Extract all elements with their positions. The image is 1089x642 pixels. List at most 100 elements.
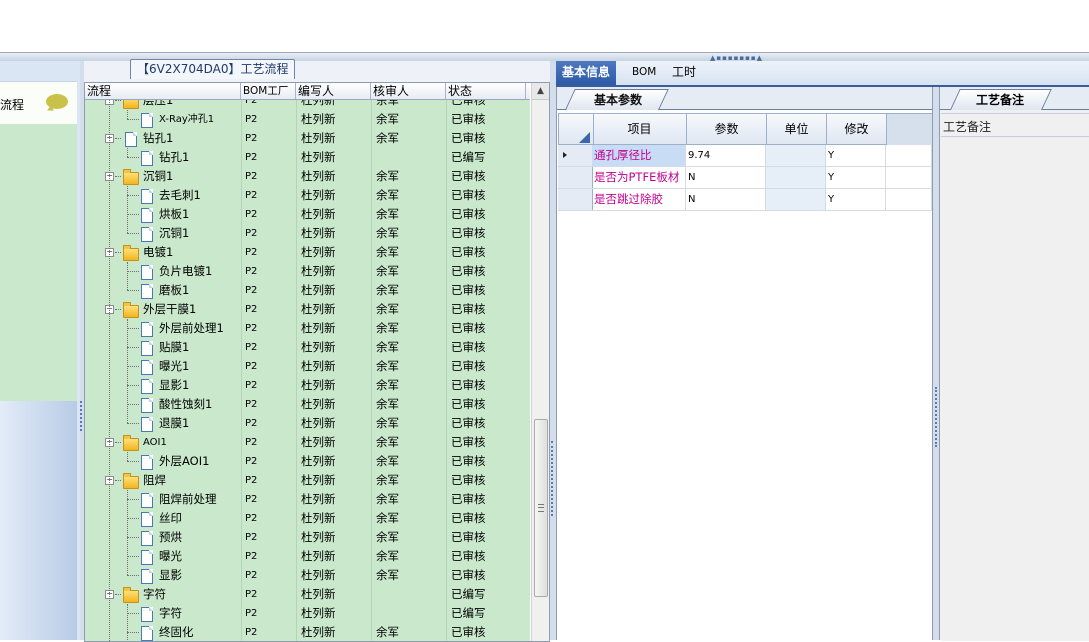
tree-node-label: 磨板1 (159, 283, 190, 297)
tree-row[interactable]: −层压1P2杜列新余军已审核 (85, 100, 530, 110)
tree-row[interactable]: 字符 P2 杜列新 已编写 (85, 604, 530, 623)
column-header-1[interactable]: BOM工厂 (241, 83, 296, 99)
row-selector[interactable] (558, 189, 593, 210)
tree-node-label: 钻孔1 (159, 150, 190, 164)
tree-row[interactable]: 显影1 P2 杜列新 余军 已审核 (85, 376, 530, 395)
row-selector[interactable] (558, 167, 593, 188)
param-edit-cell[interactable]: Y (826, 167, 886, 188)
status-cell: 已编写 (451, 606, 486, 620)
params-column-header-2[interactable]: 单位 (767, 114, 827, 145)
tree-row[interactable]: − 字符 P2 杜列新 已编写 (85, 585, 530, 604)
params-column-header-1[interactable]: 参数 (687, 114, 767, 145)
param-edit-cell[interactable]: Y (826, 189, 886, 210)
tree-row[interactable]: 酸性蚀刻1 P2 杜列新 余军 已审核 (85, 395, 530, 414)
tree-node-label: AOI1 (143, 437, 167, 448)
tree-row[interactable]: − 沉铜1 P2 杜列新 余军 已审核 (85, 167, 530, 186)
row-selector[interactable] (558, 145, 593, 166)
tree-row[interactable]: 预烘 P2 杜列新 余军 已审核 (85, 528, 530, 547)
folder-icon (123, 473, 139, 489)
writer-cell: 杜列新 (301, 511, 336, 525)
tree-row[interactable]: 负片电镀1 P2 杜列新 余军 已审核 (85, 262, 530, 281)
tab-bom[interactable]: BOM (626, 61, 662, 85)
column-header-3[interactable]: 核审人 (371, 83, 446, 99)
document-icon (141, 550, 153, 565)
column-header-4[interactable]: 状态 (446, 83, 526, 99)
tree-connector (127, 461, 139, 462)
tree-row[interactable]: 外层前处理1 P2 杜列新 余军 已审核 (85, 319, 530, 338)
column-header-2[interactable]: 编写人 (296, 83, 371, 99)
param-value-cell[interactable]: N (686, 189, 766, 210)
reviewer-cell: 余军 (376, 112, 399, 126)
param-unit-cell[interactable] (766, 145, 826, 166)
tree-connector (127, 290, 139, 291)
tree-row[interactable]: 钻孔1 P2 杜列新 已编写 (85, 148, 530, 167)
params-row[interactable]: 通孔厚径比 9.74 Y (558, 145, 932, 167)
tree-row[interactable]: 烘板1 P2 杜列新 余军 已审核 (85, 205, 530, 224)
tab-basic-params[interactable]: 基本参数 (594, 91, 642, 108)
tree-row[interactable]: 沉铜1 P2 杜列新 余军 已审核 (85, 224, 530, 243)
reviewer-cell: 余军 (376, 511, 399, 525)
params-column-header-3[interactable]: 修改 (827, 114, 887, 145)
tree-row[interactable]: 丝印 P2 杜列新 余军 已审核 (85, 509, 530, 528)
scroll-thumb[interactable] (534, 419, 548, 597)
status-cell: 已审核 (451, 264, 486, 278)
document-icon (141, 398, 153, 413)
tab-basic-info[interactable]: 基本信息 (556, 61, 617, 85)
left-panel-title: 流程 (0, 98, 25, 112)
tree-row[interactable]: − 钻孔1 P2 杜列新 余军 已审核 (85, 129, 530, 148)
document-icon (141, 569, 153, 584)
process-tree-grid: 流程BOM工厂编写人核审人状态 −层压1P2杜列新余军已审核X-Ray冲孔1P2… (84, 82, 550, 642)
tree-row[interactable]: 终固化 P2 杜列新 余军 已审核 (85, 623, 530, 641)
tree-guide-line (127, 604, 129, 641)
tree-row[interactable]: 外层AOI1 P2 杜列新 余军 已审核 (85, 452, 530, 471)
tab-process-notes[interactable]: 工艺备注 (976, 91, 1024, 108)
column-header-0[interactable]: 流程 (85, 83, 241, 99)
tree-row[interactable]: − 电镀1 P2 杜列新 余军 已审核 (85, 243, 530, 262)
document-icon (141, 208, 153, 223)
param-blank-cell (886, 167, 932, 188)
status-cell: 已审核 (451, 492, 486, 506)
status-cell: 已审核 (451, 283, 486, 297)
param-edit-cell[interactable]: Y (826, 145, 886, 166)
tab-work-hours[interactable]: 工时 (666, 61, 702, 85)
tree-row[interactable]: − AOI1 P2 杜列新 余军 已审核 (85, 433, 530, 452)
folder-icon (123, 302, 139, 318)
tree-vertical-scrollbar[interactable]: ▲ (531, 83, 549, 641)
bom-factory-cell: P2 (245, 608, 258, 619)
tree-guide-line (109, 100, 111, 641)
writer-cell: 杜列新 (301, 606, 336, 620)
detail-tab-bar: 基本信息 BOM 工时 (556, 61, 1089, 87)
param-value-cell[interactable]: N (686, 167, 766, 188)
tree-row[interactable]: 贴膜1 P2 杜列新 余军 已审核 (85, 338, 530, 357)
status-cell: 已审核 (451, 245, 486, 259)
tree-connector (115, 442, 121, 443)
tree-row[interactable]: − 外层干膜1 P2 杜列新 余军 已审核 (85, 300, 530, 319)
tree-row[interactable]: 去毛刺1 P2 杜列新 余军 已审核 (85, 186, 530, 205)
tree-row[interactable]: X-Ray冲孔1 P2 杜列新 余军 已审核 (85, 110, 530, 129)
scroll-up-arrow-icon[interactable]: ▲ (532, 83, 549, 100)
notes-textarea[interactable] (941, 113, 1089, 641)
tree-row[interactable]: 阻焊前处理 P2 杜列新 余军 已审核 (85, 490, 530, 509)
tree-row[interactable]: 曝光 P2 杜列新 余军 已审核 (85, 547, 530, 566)
bom-factory-cell: P2 (245, 228, 258, 239)
tree-node-label: 贴膜1 (159, 340, 190, 354)
status-cell: 已审核 (451, 378, 486, 392)
folder-icon (123, 245, 139, 261)
chat-bubble-icon[interactable] (46, 94, 68, 109)
bom-factory-cell: P2 (245, 133, 258, 144)
tree-node-label: 沉铜1 (159, 226, 190, 240)
params-column-header-0[interactable]: 项目 (593, 114, 687, 145)
param-unit-cell[interactable] (766, 189, 826, 210)
tree-row[interactable]: − 阻焊 P2 杜列新 余军 已审核 (85, 471, 530, 490)
param-value-cell[interactable]: 9.74 (686, 145, 766, 166)
tree-row[interactable]: 曝光1 P2 杜列新 余军 已审核 (85, 357, 530, 376)
writer-cell: 杜列新 (301, 100, 336, 107)
params-row[interactable]: 是否为PTFE板材 N Y (558, 167, 932, 189)
param-unit-cell[interactable] (766, 167, 826, 188)
params-row[interactable]: 是否跳过除胶 N Y (558, 189, 932, 211)
tree-row[interactable]: 显影 P2 杜列新 余军 已审核 (85, 566, 530, 585)
tab-process-flow[interactable]: 【6V2X704DA0】工艺流程 (130, 59, 296, 79)
tree-row[interactable]: 退膜1 P2 杜列新 余军 已审核 (85, 414, 530, 433)
tree-row[interactable]: 磨板1 P2 杜列新 余军 已审核 (85, 281, 530, 300)
writer-cell: 杜列新 (301, 245, 336, 259)
